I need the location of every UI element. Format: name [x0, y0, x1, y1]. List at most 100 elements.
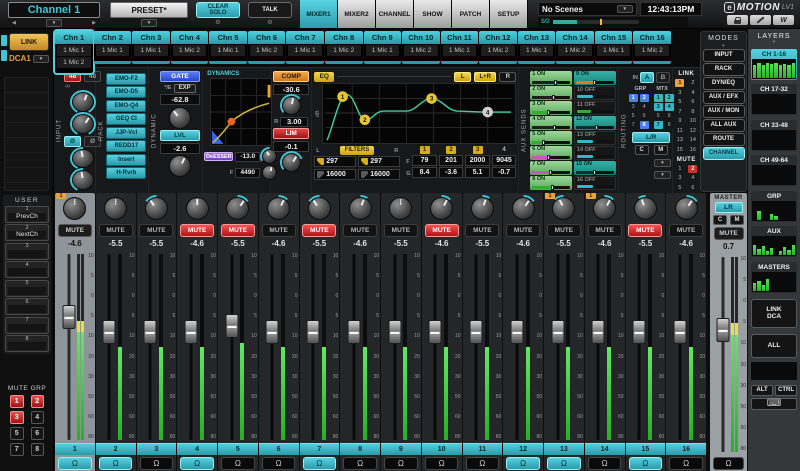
all-button[interactable]: ALL [751, 334, 797, 358]
link-cell-6[interactable]: 6 [688, 98, 697, 106]
grp-cell-3[interactable]: 3 [629, 103, 638, 111]
cue-button[interactable]: Ω [262, 457, 295, 470]
eq-band-freq[interactable]: 2000 [465, 155, 490, 166]
channel-number[interactable]: 14 [585, 443, 625, 455]
dca-selector[interactable]: DCA1 ▼ [9, 54, 49, 63]
pan-knob[interactable] [104, 197, 127, 220]
mute-button[interactable]: MUTE [506, 224, 540, 237]
chevron-down-icon[interactable]: ▼ [33, 55, 49, 63]
filters-button[interactable]: FILTERS [340, 146, 375, 155]
cue-button[interactable]: Ω [99, 457, 132, 470]
channel-header-13[interactable]: Chn 131 Mic 1 [518, 31, 556, 64]
fader-thumb[interactable] [103, 320, 116, 344]
tab-patch[interactable]: PATCH [452, 0, 490, 28]
tab-channel[interactable]: CHANNEL [376, 0, 414, 28]
channel-number[interactable]: 9 [381, 443, 421, 455]
eq-band-freq[interactable]: 9045 [492, 155, 517, 166]
fader-thumb[interactable] [144, 320, 157, 344]
comp-button[interactable]: COMP [273, 71, 309, 82]
fader-thumb[interactable] [592, 320, 605, 344]
mute-cell-3[interactable]: 3 [675, 174, 684, 182]
eq-band-tab[interactable]: 3 [473, 146, 483, 154]
tab-setup[interactable]: SETUP [490, 0, 528, 28]
layer-aux[interactable]: AUX [751, 226, 797, 257]
mode-channel[interactable]: CHANNEL [703, 147, 745, 160]
mute-button[interactable]: MUTE [384, 224, 418, 237]
aux-send-slider[interactable] [532, 171, 570, 174]
cue-button[interactable]: Ω [466, 457, 499, 470]
channel-header-11[interactable]: Chn 111 Mic 1 [441, 31, 479, 64]
aux-send-9[interactable]: 9 ON [574, 71, 616, 85]
clear-solo-button[interactable]: CLEAR SOLO [196, 2, 240, 18]
aux-send-slider[interactable] [577, 155, 613, 158]
eq-band-freq[interactable]: 201 [439, 155, 464, 166]
link-button[interactable]: LINK [9, 33, 49, 51]
grp-cell-4[interactable]: 4 [640, 103, 649, 111]
eq-band-gain[interactable]: -3.6 [439, 167, 464, 178]
aux-send-4[interactable]: 4 ON [530, 116, 572, 130]
pan-knob[interactable] [308, 197, 331, 220]
lpf-right[interactable]: 16000 [358, 169, 400, 180]
next-channel-icon[interactable]: ▶ [92, 20, 96, 26]
eq-band-gain[interactable]: 5.1 [465, 167, 490, 178]
aux-send-slider[interactable] [532, 141, 570, 144]
pan-knob[interactable] [63, 197, 86, 220]
user-button-6[interactable]: 6 [5, 298, 49, 315]
eq-band-gain[interactable]: 8.4 [412, 167, 437, 178]
channel-number[interactable]: 3 [137, 443, 177, 455]
channel-header-6[interactable]: Chn 61 Mic 2 [248, 31, 286, 64]
rack-slot-2[interactable]: EMO-D5 [106, 86, 146, 98]
eq-band-tab[interactable]: 2 [446, 146, 456, 154]
aux-send-slider[interactable] [532, 96, 570, 99]
eq-band-gain[interactable]: -0.7 [492, 167, 517, 178]
pan-knob[interactable] [552, 197, 575, 220]
gate-threshold-value[interactable]: -62.8 [160, 94, 200, 105]
fader-thumb[interactable] [225, 314, 238, 338]
channel-number[interactable]: 2 [96, 443, 136, 455]
gear-icon[interactable]: ⚙ [215, 19, 220, 26]
pan-knob[interactable] [186, 197, 209, 220]
mute-button[interactable]: MUTE [465, 224, 499, 237]
fader-thumb[interactable] [266, 320, 279, 344]
chevron-down-icon[interactable]: ▼ [46, 19, 62, 27]
mode-dyn-eq[interactable]: DYN/EQ [703, 77, 745, 90]
link-cell-9[interactable]: 9 [675, 117, 684, 125]
digital-trim-left-knob[interactable] [72, 149, 94, 169]
pan-knob[interactable] [512, 197, 535, 220]
cue-button[interactable]: Ω [384, 457, 417, 470]
mode-aux-efx[interactable]: AUX / EFX [703, 91, 745, 104]
user-button-5[interactable]: 5 [5, 280, 49, 297]
link-cell-5[interactable]: 5 [675, 98, 684, 106]
mute-group-button-5[interactable]: 5 [10, 427, 24, 440]
tab-mixer2[interactable]: MIXER2 [338, 0, 376, 28]
pan-knob[interactable] [145, 197, 168, 220]
user-button-7[interactable]: 7 [5, 317, 49, 334]
channel-header-3[interactable]: Chn 31 Mic 1 [132, 31, 170, 64]
leveler-knob[interactable] [169, 155, 191, 177]
link-cell-4[interactable]: 4 [688, 89, 697, 97]
mute-button[interactable]: MUTE [343, 224, 377, 237]
rack-slot-8[interactable]: H-Rvrb [106, 167, 146, 179]
rack-slot-4[interactable]: GEQ Cl [106, 113, 146, 125]
link-dca-button[interactable]: LINK DCA [751, 299, 797, 328]
cue-button[interactable]: Ω [140, 457, 173, 470]
mute-cell-4[interactable]: 4 [688, 174, 697, 182]
cue-button[interactable]: Ω [180, 457, 213, 470]
channel-header-12[interactable]: Chn 121 Mic 2 [479, 31, 517, 64]
limiter-value[interactable]: -0.1 [273, 141, 309, 152]
mute-button[interactable]: MUTE [221, 224, 255, 237]
hpf-left[interactable]: 297 [314, 156, 356, 167]
gear-icon[interactable]: ⚙ [267, 19, 272, 26]
aux-send-slider[interactable] [577, 140, 613, 143]
pan-knob[interactable] [430, 197, 453, 220]
patch-button[interactable] [750, 15, 771, 25]
mute-group-button-2[interactable]: 2 [31, 395, 45, 408]
mtx-cell-3[interactable]: 3 [654, 103, 663, 111]
chevron-down-icon[interactable]: ▼ [654, 159, 670, 167]
lock-button[interactable] [727, 15, 748, 25]
mute-group-button-4[interactable]: 4 [31, 411, 45, 424]
fader-thumb[interactable] [307, 320, 320, 344]
link-cell-15[interactable]: 15 [675, 146, 684, 154]
channel-number[interactable]: 15 [626, 443, 666, 455]
channel-number[interactable]: 12 [503, 443, 543, 455]
